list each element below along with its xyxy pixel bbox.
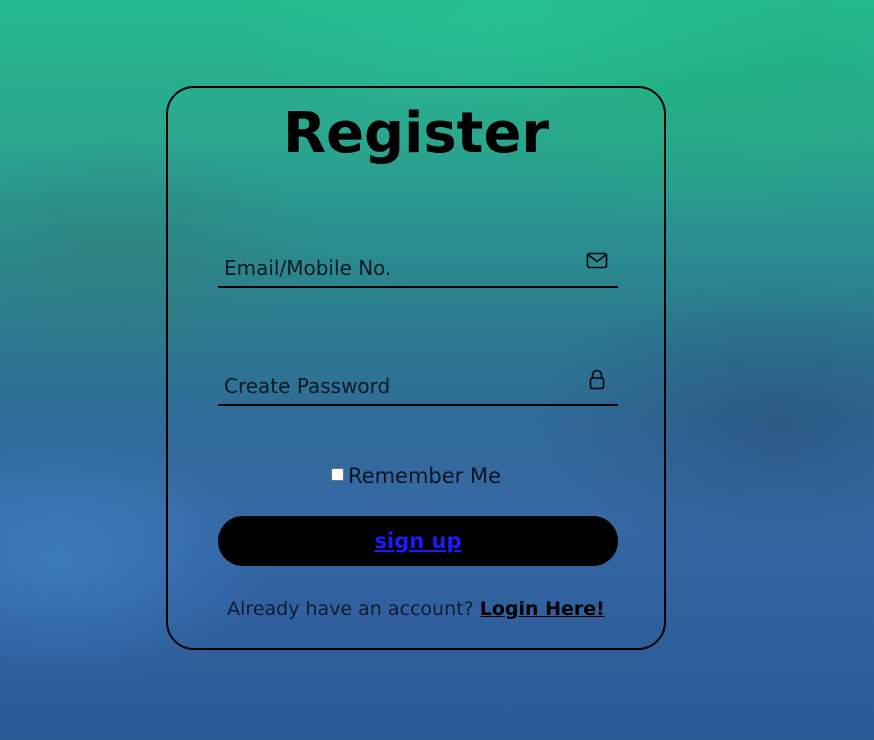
lock-icon [586,368,608,390]
remember-me-checkbox[interactable] [331,468,344,481]
register-card: Register Remember Me sign up Already hav… [166,86,666,650]
login-prompt-row: Already have an account? Login Here! [168,596,664,622]
login-prompt-text: Already have an account? [227,598,474,620]
envelope-icon [586,250,608,272]
remember-me-label: Remember Me [348,464,501,488]
remember-me-row: Remember Me [168,462,664,490]
password-field-container [218,368,618,406]
login-link[interactable]: Login Here! [480,598,605,620]
email-field-container [218,250,618,288]
email-input[interactable] [218,250,578,286]
password-input[interactable] [218,368,578,404]
signup-button[interactable]: sign up [218,516,618,566]
signup-link[interactable]: sign up [375,529,462,553]
page-title: Register [282,101,550,166]
